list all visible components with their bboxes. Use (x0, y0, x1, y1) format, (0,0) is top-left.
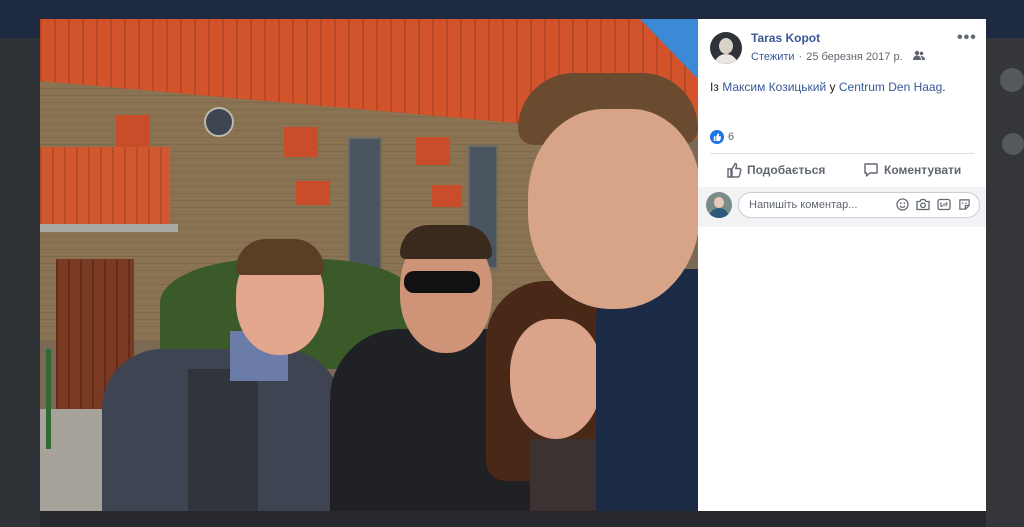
location-link[interactable]: Centrum Den Haag (839, 80, 942, 94)
avatar-body (714, 54, 738, 64)
porch-roof (40, 147, 170, 225)
text-middle: у (829, 80, 836, 94)
post-text: Із Максим Козицький у Centrum Den Haag. (710, 80, 946, 94)
garden-post (46, 349, 51, 449)
divider (710, 153, 974, 154)
comment-button[interactable]: Коментувати (863, 162, 961, 178)
emoji-icon[interactable] (896, 198, 909, 211)
viewer-avatar-body (709, 208, 729, 218)
person-1-hair (236, 239, 324, 275)
post-meta: Стежити · 25 березня 2017 р. (751, 50, 925, 63)
roof-dormer (284, 127, 318, 157)
sunglasses (404, 271, 480, 293)
person-3-face (510, 319, 602, 439)
roof-dormer (296, 181, 330, 205)
author-avatar[interactable] (710, 32, 742, 64)
roof-dormer (432, 185, 462, 207)
comment-placeholder: Напишіть коментар... (749, 199, 858, 211)
more-options-icon[interactable]: ••• (957, 30, 977, 46)
person-2-hair (400, 225, 492, 259)
author-name[interactable]: Taras Kopot (751, 31, 820, 45)
background-avatar (1002, 133, 1024, 155)
post-date[interactable]: 25 березня 2017 р. (806, 51, 902, 63)
comment-icon (864, 163, 878, 177)
round-window (204, 107, 234, 137)
gif-icon[interactable] (937, 198, 951, 211)
like-count[interactable]: 6 (728, 131, 734, 143)
comment-label: Коментувати (884, 163, 962, 177)
person-1-vest (188, 369, 258, 511)
comment-composer: Напишіть коментар... (698, 187, 986, 227)
sticker-icon[interactable] (958, 198, 971, 211)
post-sidebar: Taras Kopot Стежити · 25 березня 2017 р.… (698, 19, 986, 511)
photo-viewer[interactable] (40, 19, 698, 511)
follow-link[interactable]: Стежити (751, 51, 795, 63)
tall-window (348, 137, 382, 281)
viewer-avatar (706, 192, 732, 218)
background-right-column (986, 38, 1024, 527)
background-avatar (1000, 68, 1024, 92)
person-4-face (528, 109, 698, 309)
viewer-avatar-face (714, 197, 724, 208)
like-button[interactable]: Подобається (726, 162, 825, 178)
background-left-column (0, 38, 40, 527)
avatar-face (719, 38, 733, 54)
roof-dormer (416, 137, 450, 165)
text-suffix: . (942, 80, 946, 94)
camera-icon[interactable] (916, 198, 930, 211)
like-reaction-icon (710, 130, 724, 144)
meta-separator: · (798, 50, 803, 63)
roof-dormer (116, 115, 150, 147)
comment-tools (896, 198, 971, 211)
friends-icon[interactable] (912, 50, 925, 63)
reaction-summary[interactable]: 6 (710, 130, 734, 144)
photo-lightbox: Taras Kopot Стежити · 25 березня 2017 р.… (40, 19, 986, 511)
tagged-person-link[interactable]: Максим Козицький (722, 80, 826, 94)
background-bottom-strip (40, 511, 986, 527)
text-prefix: Із (710, 80, 719, 94)
porch-gutter (40, 224, 178, 232)
like-label: Подобається (747, 163, 826, 177)
comment-input[interactable]: Напишіть коментар... (738, 192, 980, 218)
thumbs-up-icon (727, 162, 742, 178)
